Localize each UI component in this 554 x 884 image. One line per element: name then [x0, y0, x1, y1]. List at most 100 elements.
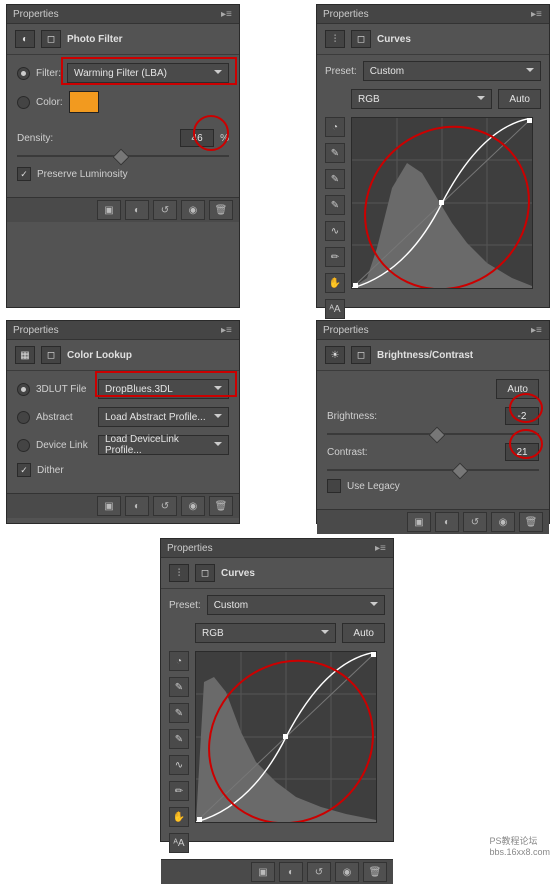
contrast-input[interactable]: 21 — [505, 443, 539, 461]
prev-state-icon[interactable]: ◐ — [125, 496, 149, 516]
brightness-label: Brightness: — [327, 411, 377, 422]
trash-icon[interactable]: 🗑 — [519, 512, 543, 532]
watermark: PS教程论坛 bbs.16xx8.com — [489, 834, 550, 850]
devlink-select[interactable]: Load DeviceLink Profile... — [98, 435, 229, 455]
brightness-input[interactable]: -2 — [505, 407, 539, 425]
flyout-menu-icon[interactable] — [221, 9, 233, 19]
mask-icon[interactable]: ◻ — [351, 346, 371, 364]
trash-icon[interactable]: 🗑 — [209, 200, 233, 220]
channel-select[interactable]: RGB — [195, 623, 336, 643]
legacy-checkbox[interactable] — [327, 479, 341, 493]
visibility-icon[interactable]: ◉ — [335, 862, 359, 882]
curves-panel-2: Properties ⫶◻ Curves Preset:Custom RGBAu… — [160, 538, 394, 842]
clip-icon[interactable]: ▣ — [97, 200, 121, 220]
contrast-slider[interactable] — [327, 469, 539, 471]
reset-icon[interactable]: ↺ — [153, 200, 177, 220]
reset-icon[interactable]: ↺ — [463, 512, 487, 532]
channel-select[interactable]: RGB — [351, 89, 492, 109]
panel-header: Properties — [7, 5, 239, 24]
white-eyedropper-icon[interactable]: ✎ — [325, 143, 345, 163]
auto-button[interactable]: Auto — [496, 379, 539, 399]
brightness-slider[interactable] — [327, 433, 539, 435]
black-eyedropper-icon[interactable]: ✎ — [325, 195, 345, 215]
trash-icon[interactable]: 🗑 — [363, 862, 387, 882]
auto-button[interactable]: Auto — [498, 89, 541, 109]
reset-icon[interactable]: ↺ — [153, 496, 177, 516]
color-radio[interactable] — [17, 96, 30, 109]
prev-state-icon[interactable]: ◐ — [435, 512, 459, 532]
color-swatch[interactable] — [69, 91, 99, 113]
edit-points-icon[interactable]: ∿ — [325, 221, 345, 241]
visibility-icon[interactable]: ◉ — [491, 512, 515, 532]
lut-radio[interactable] — [17, 383, 30, 396]
preset-label: Preset: — [325, 66, 357, 77]
on-image-tool[interactable]: ◔ — [169, 651, 189, 671]
devlink-radio[interactable] — [17, 439, 30, 452]
smooth-icon[interactable]: ᴬA — [169, 833, 189, 853]
reset-icon[interactable]: ↺ — [307, 862, 331, 882]
smooth-icon[interactable]: ᴬA — [325, 299, 345, 319]
black-eyedropper-icon[interactable]: ✎ — [169, 729, 189, 749]
preset-select[interactable]: Custom — [207, 595, 385, 615]
curve-tools: ◔ ✎ ✎ ✎ ∿ ✏ ✋ ᴬA — [169, 651, 189, 853]
flyout-menu-icon[interactable] — [531, 9, 543, 19]
density-pct: % — [220, 133, 229, 144]
filter-label: Filter: — [36, 68, 61, 79]
on-image-tool[interactable]: ◔ — [325, 117, 345, 137]
mask-icon[interactable]: ◻ — [41, 346, 61, 364]
gray-eyedropper-icon[interactable]: ✎ — [325, 169, 345, 189]
adjustment-title-row: ⫶ ◻ Curves — [317, 24, 549, 55]
auto-button[interactable]: Auto — [342, 623, 385, 643]
panel-header: Properties — [161, 539, 393, 558]
prev-state-icon[interactable]: ◐ — [125, 200, 149, 220]
density-slider[interactable] — [17, 155, 229, 157]
trash-icon[interactable]: 🗑 — [209, 496, 233, 516]
contrast-label: Contrast: — [327, 447, 368, 458]
hand-tool-icon[interactable]: ✋ — [325, 273, 345, 293]
white-eyedropper-icon[interactable]: ✎ — [169, 677, 189, 697]
hand-tool-icon[interactable]: ✋ — [169, 807, 189, 827]
brightness-contrast-panel: Properties ☀◻ Brightness/Contrast Auto B… — [316, 320, 550, 524]
preset-select[interactable]: Custom — [363, 61, 541, 81]
flyout-menu-icon[interactable] — [221, 325, 233, 335]
curve-graph[interactable] — [351, 117, 533, 289]
draw-curve-icon[interactable]: ✏ — [169, 781, 189, 801]
mask-icon[interactable]: ◻ — [41, 30, 61, 48]
abstract-select[interactable]: Load Abstract Profile... — [98, 407, 229, 427]
panel-header: Properties — [317, 321, 549, 340]
visibility-icon[interactable]: ◉ — [181, 200, 205, 220]
clip-icon[interactable]: ▣ — [97, 496, 121, 516]
adjustment-title-row: ◐ ◻ Photo Filter — [7, 24, 239, 55]
gray-eyedropper-icon[interactable]: ✎ — [169, 703, 189, 723]
curve-graph[interactable] — [195, 651, 377, 823]
mask-icon[interactable]: ◻ — [351, 30, 371, 48]
devlink-label: Device Link — [36, 440, 92, 451]
abstract-radio[interactable] — [17, 411, 30, 424]
visibility-icon[interactable]: ◉ — [181, 496, 205, 516]
flyout-menu-icon[interactable] — [531, 325, 543, 335]
lut-label: 3DLUT File — [36, 384, 92, 395]
panel-title: Properties — [13, 9, 59, 20]
prev-state-icon[interactable]: ◐ — [279, 862, 303, 882]
filter-select[interactable]: Warming Filter (LBA) — [67, 63, 229, 83]
curves-icon: ⫶ — [169, 564, 189, 582]
color-lookup-panel: Properties ▦◻ Color Lookup 3DLUT FileDro… — [6, 320, 240, 524]
curve-tools: ◔ ✎ ✎ ✎ ∿ ✏ ✋ ᴬA — [325, 117, 345, 319]
density-input[interactable]: 46 — [180, 129, 214, 147]
edit-points-icon[interactable]: ∿ — [169, 755, 189, 775]
adjustment-title: Photo Filter — [67, 34, 123, 45]
panel-footer: ▣◐↺◉🗑 — [7, 493, 239, 518]
lut-select[interactable]: DropBlues.3DL — [98, 379, 229, 399]
clip-icon[interactable]: ▣ — [407, 512, 431, 532]
panel-footer: ▣◐↺◉🗑 — [161, 859, 393, 884]
flyout-menu-icon[interactable] — [375, 543, 387, 553]
mask-icon[interactable]: ◻ — [195, 564, 215, 582]
clip-icon[interactable]: ▣ — [251, 862, 275, 882]
dither-checkbox[interactable]: ✓ — [17, 463, 31, 477]
draw-curve-icon[interactable]: ✏ — [325, 247, 345, 267]
filter-radio[interactable] — [17, 67, 30, 80]
preserve-checkbox[interactable]: ✓ — [17, 167, 31, 181]
curves-icon: ⫶ — [325, 30, 345, 48]
abstract-label: Abstract — [36, 412, 92, 423]
panel-footer: ▣◐↺◉🗑 — [317, 509, 549, 534]
